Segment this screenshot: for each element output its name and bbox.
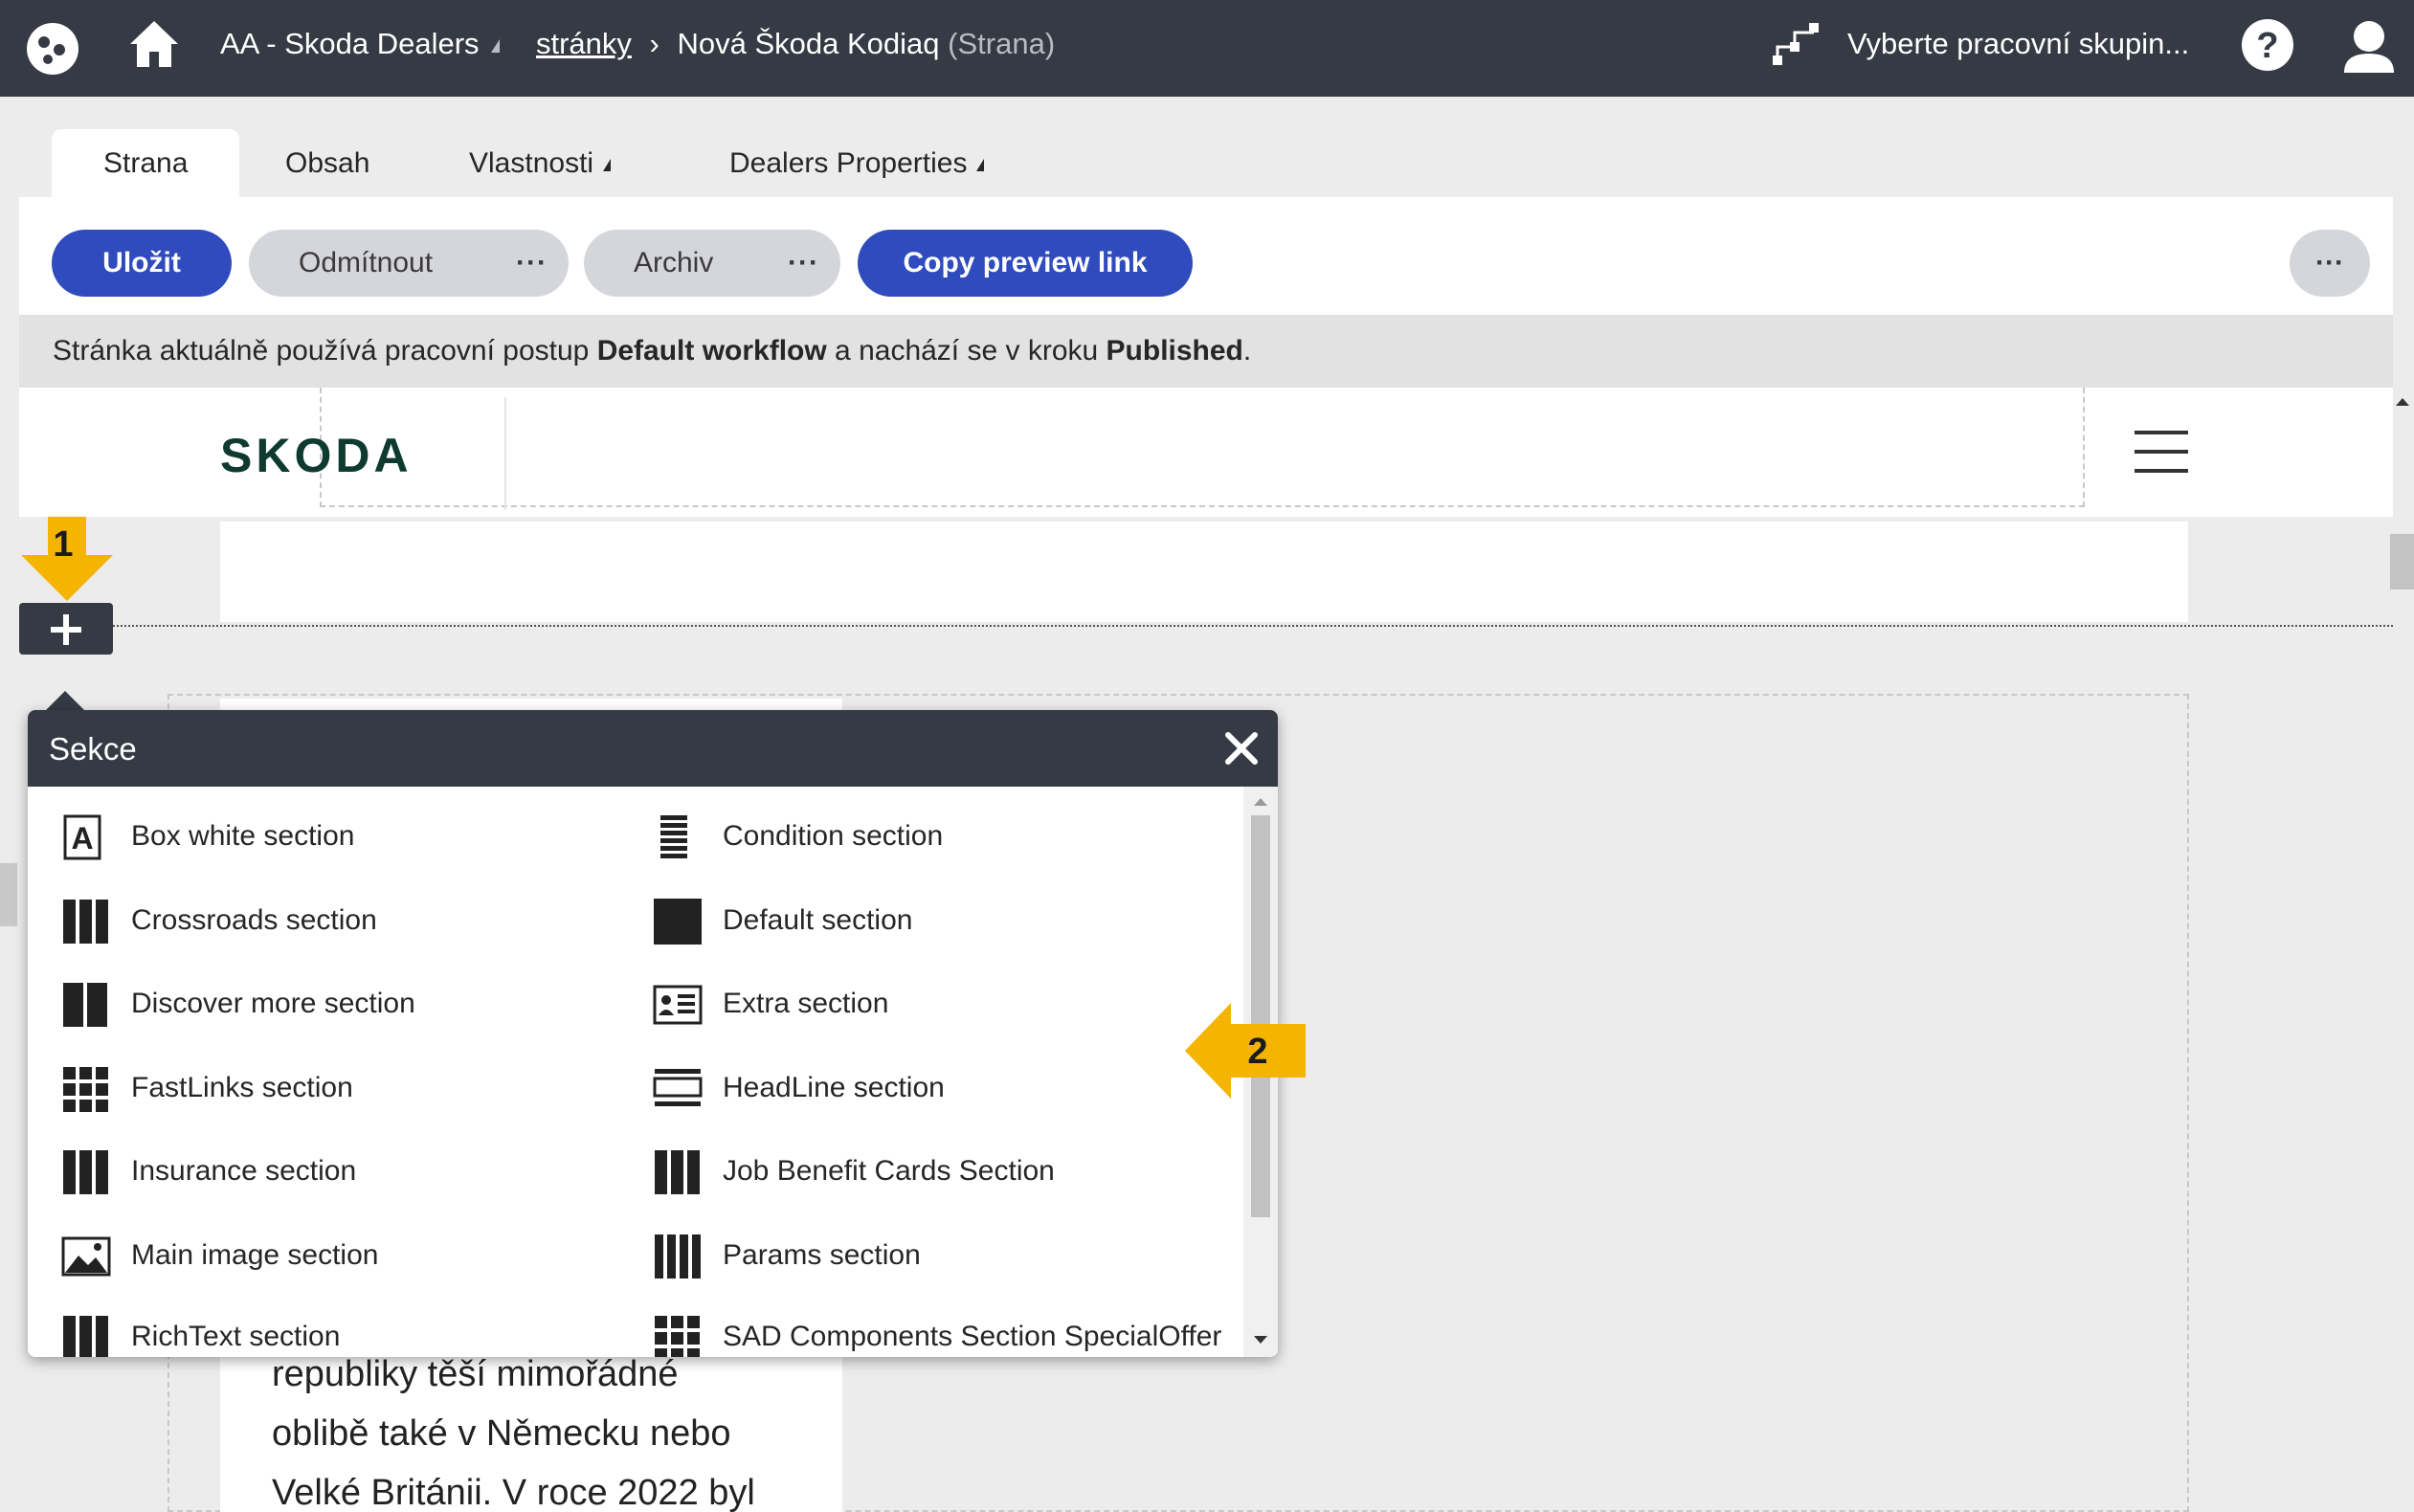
grid-3x3-icon [63, 1067, 108, 1112]
workflow-name: Default workflow [596, 335, 827, 367]
article-text: republiky těší mimořádné oblibě také v N… [220, 1345, 842, 1512]
three-columns-icon [63, 1316, 108, 1357]
workflow-step: Published [1106, 335, 1243, 367]
popup-caret [46, 691, 84, 710]
svg-text:A: A [71, 821, 93, 856]
add-section-button[interactable] [19, 603, 113, 655]
section-item-label: Extra section [723, 988, 889, 1019]
page-name: Nová Škoda Kodiaq [677, 27, 940, 60]
callout-number-2: 2 [1247, 1032, 1268, 1072]
reject-button[interactable]: Odmítnout ··· [249, 230, 569, 297]
skoda-logo[interactable]: SKODA [220, 428, 413, 483]
header-zone[interactable] [320, 388, 2085, 507]
box-letter-a-icon: A [63, 814, 101, 860]
article-text-line: Velké Británii. V roce 2022 byl [272, 1473, 755, 1512]
site-selector[interactable]: AA - Skoda Dealers [220, 27, 500, 61]
page-type: (Strana) [948, 27, 1056, 60]
scroll-up-icon[interactable] [1254, 798, 1267, 806]
workflow-info-suffix: . [1242, 335, 1252, 367]
section-item-label: Condition section [723, 820, 944, 852]
page-scrollbar[interactable] [2390, 534, 2414, 589]
tab-vlastnosti[interactable]: Vlastnosti [469, 129, 612, 198]
section-item-label: Main image section [131, 1239, 379, 1271]
home-icon[interactable] [126, 17, 182, 71]
user-avatar-icon[interactable] [2341, 17, 2397, 75]
tab-vlastnosti-label: Vlastnosti [469, 147, 594, 179]
section-item-label: HeadLine section [723, 1072, 945, 1103]
section-item-label: Default section [723, 904, 913, 936]
workgroup-icon[interactable] [1771, 19, 1824, 73]
workgroup-selector[interactable]: Vyberte pracovní skupin... [1847, 27, 2189, 61]
tab-bar: Strana Obsah Vlastnosti Dealers Properti… [0, 97, 2414, 198]
header-divider [504, 397, 506, 510]
section-item-label: Insurance section [131, 1155, 357, 1187]
hamburger-menu-icon[interactable] [2135, 431, 2188, 473]
breadcrumb-link-pages[interactable]: stránky [536, 27, 632, 60]
popup-header: Sekce [28, 710, 1278, 787]
svg-text:?: ? [2256, 26, 2278, 66]
horizontal-lines-icon [660, 815, 687, 858]
article-text-line: oblibě také v Německu nebo [272, 1413, 731, 1454]
more-actions-button[interactable]: ··· [2290, 230, 2370, 297]
workflow-info: Stránka aktuálně používá pracovní postup… [19, 315, 2393, 388]
three-columns-icon [63, 1150, 108, 1194]
side-panel-toggle[interactable] [0, 863, 17, 926]
four-columns-icon [655, 1234, 701, 1279]
archive-button-label: Archiv [634, 247, 714, 278]
scroll-down-icon[interactable] [1254, 1336, 1267, 1344]
chevron-right-icon: › [649, 27, 659, 60]
section-item-label: SAD Components Section SpecialOffer [723, 1321, 1222, 1352]
popup-title: Sekce [49, 731, 137, 767]
section-picker-popup: Sekce A Box white section Condition sectio… [28, 710, 1278, 1357]
reject-button-label: Odmítnout [299, 247, 434, 278]
reject-more-icon[interactable]: ··· [516, 230, 548, 297]
section-item-label: Discover more section [131, 988, 415, 1019]
caret-down-icon [976, 158, 985, 171]
three-columns-icon [655, 1150, 700, 1194]
solid-square-icon [654, 899, 702, 945]
caret-down-icon [603, 158, 612, 171]
action-toolbar: Uložit Odmítnout ··· Archiv ··· Copy pre… [19, 197, 2393, 315]
two-columns-icon [63, 983, 107, 1027]
archive-more-icon[interactable]: ··· [788, 230, 819, 297]
section-item-label: Crossroads section [131, 904, 377, 936]
image-icon [61, 1236, 111, 1277]
section-item-label: Params section [723, 1239, 921, 1271]
headline-icon [653, 1069, 703, 1106]
site-header: SKODA [19, 388, 2393, 517]
copy-preview-link-button[interactable]: Copy preview link [858, 230, 1193, 297]
tab-dealers-properties-label: Dealers Properties [729, 147, 968, 179]
tab-dealers-properties[interactable]: Dealers Properties [729, 129, 985, 198]
section-item-label: Box white section [131, 820, 355, 852]
content-strip [220, 522, 2188, 622]
scroll-up-icon[interactable] [2396, 398, 2409, 406]
callout-number-1: 1 [53, 524, 74, 565]
save-button[interactable]: Uložit [52, 230, 232, 297]
help-icon[interactable]: ? [2240, 17, 2295, 73]
close-icon[interactable] [1218, 725, 1264, 771]
caret-down-icon [490, 38, 500, 53]
tab-strana[interactable]: Strana [52, 129, 240, 198]
tab-obsah[interactable]: Obsah [285, 129, 369, 198]
archive-button[interactable]: Archiv ··· [584, 230, 840, 297]
section-list: A Box white section Condition section Cross… [28, 787, 1243, 1357]
section-item-label: FastLinks section [131, 1072, 353, 1103]
section-insert-line [86, 625, 2393, 627]
section-item-label: Job Benefit Cards Section [723, 1155, 1055, 1187]
app-logo-icon[interactable] [25, 21, 80, 77]
breadcrumb: stránky › Nová Škoda Kodiaq (Strana) [536, 27, 1055, 61]
workflow-info-middle: a nachází se v kroku [826, 335, 1106, 367]
id-card-icon [653, 985, 703, 1025]
three-columns-icon [63, 900, 108, 944]
workflow-info-prefix: Stránka aktuálně používá pracovní postup [53, 335, 597, 367]
top-bar: AA - Skoda Dealers stránky › Nová Škoda … [0, 0, 2414, 97]
grid-3x3-icon [655, 1316, 700, 1357]
section-item-label: RichText section [131, 1321, 341, 1352]
site-name: AA - Skoda Dealers [220, 27, 480, 60]
